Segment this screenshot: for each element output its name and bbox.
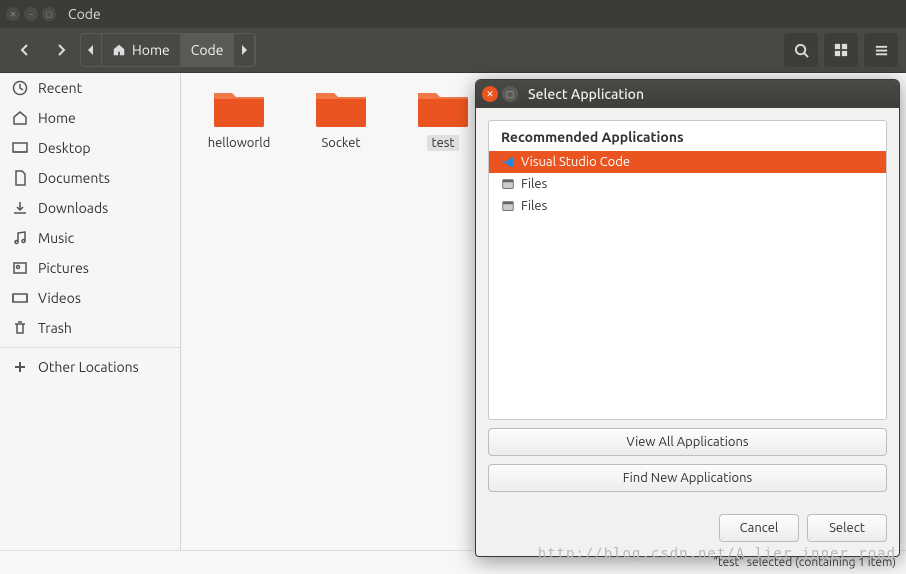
sidebar-item-recent[interactable]: Recent [0, 73, 180, 103]
files-icon [501, 177, 515, 191]
recommended-header: Recommended Applications [489, 121, 886, 151]
folder-icon [212, 85, 266, 129]
dialog-titlebar: ✕ ▢ Select Application [476, 80, 899, 108]
toolbar: Home Code [0, 28, 906, 73]
window-title: Code [68, 6, 101, 22]
breadcrumb-current[interactable]: Code [181, 34, 235, 66]
folder-item[interactable]: test [403, 85, 483, 151]
path-forward-icon[interactable] [234, 34, 255, 66]
maximize-icon[interactable]: ▢ [502, 86, 518, 102]
maximize-icon[interactable]: ▢ [42, 7, 56, 21]
hamburger-menu-button[interactable] [864, 33, 898, 67]
forward-button[interactable] [44, 33, 78, 67]
minimize-icon[interactable]: – [24, 7, 38, 21]
folder-label: test [427, 135, 458, 151]
cancel-button[interactable]: Cancel [719, 514, 799, 542]
dialog-title: Select Application [528, 86, 644, 102]
app-row-vscode[interactable]: Visual Studio Code [489, 151, 886, 173]
close-icon[interactable]: ✕ [6, 7, 20, 21]
status-text: "test" selected (containing 1 item) [713, 556, 896, 569]
breadcrumb-home[interactable]: Home [102, 34, 181, 66]
view-grid-button[interactable] [824, 33, 858, 67]
sidebar: Recent Home Desktop Documents Downloads … [0, 73, 181, 550]
select-application-dialog: ✕ ▢ Select Application Recommended Appli… [475, 79, 900, 557]
folder-item[interactable]: Socket [301, 85, 381, 151]
select-button[interactable]: Select [807, 514, 887, 542]
sidebar-item-desktop[interactable]: Desktop [0, 133, 180, 163]
vscode-icon [501, 155, 515, 169]
folder-label: Socket [317, 135, 364, 151]
folder-item[interactable]: helloworld [199, 85, 279, 151]
sidebar-item-other-locations[interactable]: Other Locations [0, 352, 180, 382]
find-new-applications-button[interactable]: Find New Applications [488, 464, 887, 492]
application-list: Recommended Applications Visual Studio C… [488, 120, 887, 420]
app-row-files[interactable]: Files [489, 173, 886, 195]
sidebar-item-music[interactable]: Music [0, 223, 180, 253]
folder-label: helloworld [204, 135, 275, 151]
app-row-files[interactable]: Files [489, 195, 886, 217]
sidebar-item-pictures[interactable]: Pictures [0, 253, 180, 283]
sidebar-item-videos[interactable]: Videos [0, 283, 180, 313]
close-icon[interactable]: ✕ [482, 86, 498, 102]
search-button[interactable] [784, 33, 818, 67]
view-all-applications-button[interactable]: View All Applications [488, 428, 887, 456]
back-button[interactable] [8, 33, 42, 67]
sidebar-item-home[interactable]: Home [0, 103, 180, 133]
files-icon [501, 199, 515, 213]
sidebar-item-documents[interactable]: Documents [0, 163, 180, 193]
sidebar-separator [0, 347, 180, 348]
folder-icon [416, 85, 470, 129]
sidebar-item-downloads[interactable]: Downloads [0, 193, 180, 223]
window-titlebar: ✕ – ▢ Code [0, 0, 906, 28]
sidebar-item-trash[interactable]: Trash [0, 313, 180, 343]
folder-icon [314, 85, 368, 129]
breadcrumb: Home Code [80, 33, 256, 67]
window-controls: ✕ – ▢ [6, 7, 56, 21]
path-back-icon[interactable] [81, 34, 102, 66]
